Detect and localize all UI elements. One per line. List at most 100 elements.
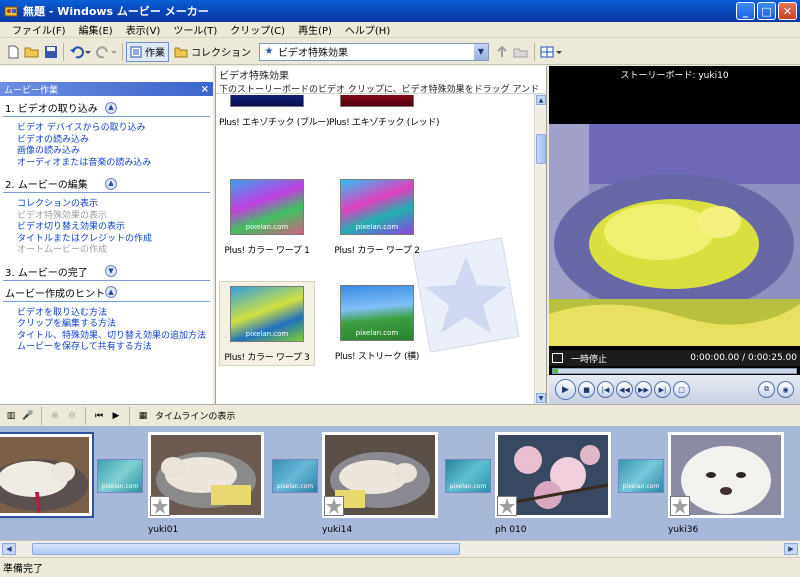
scroll-left-icon[interactable]: ◀ (2, 543, 16, 555)
thumbnail-watermark: pixelan.com (245, 223, 289, 231)
task-section-header[interactable]: 2. ムービーの編集 ▲ (3, 175, 210, 193)
new-collection-button[interactable] (511, 42, 531, 62)
thumbnail-watermark: pixelan.com (245, 330, 289, 338)
menu-tools[interactable]: ツール(T) (173, 22, 217, 37)
task-section-header[interactable]: 3. ムービーの完了 ▼ (3, 263, 210, 281)
task-section: 3. ムービーの完了 ▼ (3, 263, 210, 281)
tasks-button[interactable]: 作業 (126, 41, 169, 62)
timeline-view-icon[interactable]: ▦ (136, 409, 150, 423)
effect-item-selected[interactable]: pixelan.com Plus! カラー ワープ 3 (219, 281, 315, 366)
task-link[interactable]: ビデオ切り替え効果の表示 (17, 222, 210, 234)
play-button[interactable]: ▶ (555, 379, 576, 400)
preview-frame-image (549, 124, 800, 346)
effects-scrollbar[interactable]: ▲ ▼ (534, 94, 546, 404)
transition-slot[interactable]: pixelan.com (618, 459, 664, 493)
collection-select-value: ビデオ特殊効果 (278, 48, 348, 59)
preview-video[interactable] (549, 124, 800, 346)
scroll-up-icon[interactable]: ▲ (536, 95, 546, 105)
scroll-down-icon[interactable]: ▼ (536, 393, 546, 403)
new-project-button[interactable] (4, 42, 22, 62)
scrollbar-thumb[interactable] (536, 134, 546, 164)
open-project-button[interactable] (22, 42, 42, 62)
task-link[interactable]: コレクションの表示 (17, 199, 210, 211)
minimize-button[interactable]: _ (736, 2, 755, 20)
previous-frame-button[interactable]: |◀ (597, 381, 614, 398)
scrollbar-thumb[interactable] (32, 543, 460, 555)
menu-edit[interactable]: 編集(E) (79, 22, 113, 37)
task-link[interactable]: クリップを編集する方法 (17, 319, 210, 331)
seek-bar-progress (553, 369, 558, 373)
task-section-header[interactable]: 1. ビデオの取り込み ▲ (3, 99, 210, 117)
task-link-disabled: オートムービーの作成 (17, 245, 108, 255)
rewind-storyboard-button[interactable]: ⏮ (92, 409, 106, 423)
redo-button[interactable] (93, 42, 119, 62)
rewind-button[interactable]: ◀◀ (616, 381, 633, 398)
storyboard-clip[interactable] (495, 432, 611, 518)
effect-star-icon (497, 496, 517, 516)
play-storyboard-button[interactable]: ▶ (109, 409, 123, 423)
storyboard-clip[interactable] (0, 432, 94, 518)
chevron-up-icon[interactable]: ▲ (105, 286, 117, 298)
views-button[interactable] (538, 42, 564, 62)
task-section-header[interactable]: ムービー作成のヒント ▲ (3, 284, 210, 302)
effect-item[interactable]: pixelan.com Plus! ストリーク (横) (329, 285, 425, 362)
task-link[interactable]: タイトルまたはクレジットの作成 (17, 234, 210, 246)
task-pane-header: ムービー作業 × (0, 82, 213, 96)
menu-view[interactable]: 表示(V) (126, 22, 161, 37)
undo-button[interactable] (67, 42, 93, 62)
close-pane-icon[interactable]: × (201, 84, 209, 95)
collections-button[interactable]: コレクション (172, 42, 253, 62)
task-link[interactable]: 画像の読み込み (17, 146, 210, 158)
set-audio-levels-button[interactable]: ▥ (4, 409, 18, 423)
storyboard-scrollbar[interactable]: ◀ ▶ (0, 540, 800, 556)
toolbar-separator (129, 406, 130, 425)
storyboard-clip[interactable] (322, 432, 438, 518)
effects-content-pane: ビデオ特殊効果 下のストーリーボードのビデオ クリップに、ビデオ特殊効果をドラッ… (215, 66, 547, 404)
menu-file[interactable]: ファイル(F) (12, 22, 66, 37)
show-timeline-button[interactable]: タイムラインの表示 (155, 409, 235, 422)
chevron-down-icon[interactable]: ▼ (474, 43, 488, 60)
chevron-up-icon[interactable]: ▲ (105, 101, 117, 114)
zoom-out-button[interactable]: ⊖ (65, 409, 79, 423)
collections-folder-icon (174, 47, 188, 57)
save-project-button[interactable] (42, 42, 60, 62)
task-link[interactable]: ビデオ デバイスからの取り込み (17, 123, 210, 135)
task-link[interactable]: ビデオを取り込む方法 (17, 308, 210, 320)
chevron-down-icon[interactable]: ▼ (105, 265, 117, 277)
task-link[interactable]: ムービーを保存して共有する方法 (17, 342, 210, 354)
clip-thumbnail (0, 437, 89, 513)
split-clip-button[interactable]: ⧉ (758, 381, 775, 398)
scroll-right-icon[interactable]: ▶ (784, 543, 798, 555)
task-link[interactable]: タイトル、特殊効果、切り替え効果の追加方法 (17, 331, 210, 343)
seek-bar[interactable] (552, 368, 797, 374)
stop-button[interactable]: ■ (578, 381, 595, 398)
snapshot-button[interactable]: ◉ (777, 381, 794, 398)
status-text: 準備完了 (3, 564, 43, 575)
close-button[interactable]: ✕ (778, 2, 797, 20)
collection-select[interactable]: ★ ビデオ特殊効果 ▼ (259, 42, 489, 61)
narrate-button[interactable]: 🎤 (21, 409, 35, 423)
task-link[interactable]: ビデオの読み込み (17, 135, 210, 147)
maximize-button[interactable]: □ (757, 2, 776, 20)
chevron-up-icon[interactable]: ▲ (105, 177, 117, 190)
effect-item[interactable]: pixelan.com Plus! カラー ワープ 1 (219, 179, 315, 256)
menu-play[interactable]: 再生(P) (298, 22, 332, 37)
transition-slot[interactable]: pixelan.com (272, 459, 318, 493)
up-one-level-button[interactable] (493, 42, 511, 62)
menu-clip[interactable]: クリップ(C) (230, 22, 285, 37)
storyboard-clip[interactable] (148, 432, 264, 518)
effect-item[interactable]: Plus! エキゾチック (ブルー) (219, 95, 330, 128)
effect-thumbnail (230, 95, 304, 107)
clip-name: yuki36 (668, 525, 699, 535)
next-frame-button[interactable]: ▶| (654, 381, 671, 398)
fullscreen-button[interactable]: □ (673, 381, 690, 398)
transition-slot[interactable]: pixelan.com (445, 459, 491, 493)
effect-item[interactable]: pixelan.com Plus! カラー ワープ 2 (329, 179, 425, 256)
menu-help[interactable]: ヘルプ(H) (345, 22, 390, 37)
effect-item[interactable]: Plus! エキゾチック (レッド) (329, 95, 440, 128)
zoom-in-button[interactable]: ⊕ (48, 409, 62, 423)
forward-button[interactable]: ▶▶ (635, 381, 652, 398)
task-link[interactable]: オーディオまたは音楽の読み込み (17, 158, 210, 170)
storyboard-clip[interactable] (668, 432, 784, 518)
transition-slot[interactable]: pixelan.com (97, 459, 143, 493)
